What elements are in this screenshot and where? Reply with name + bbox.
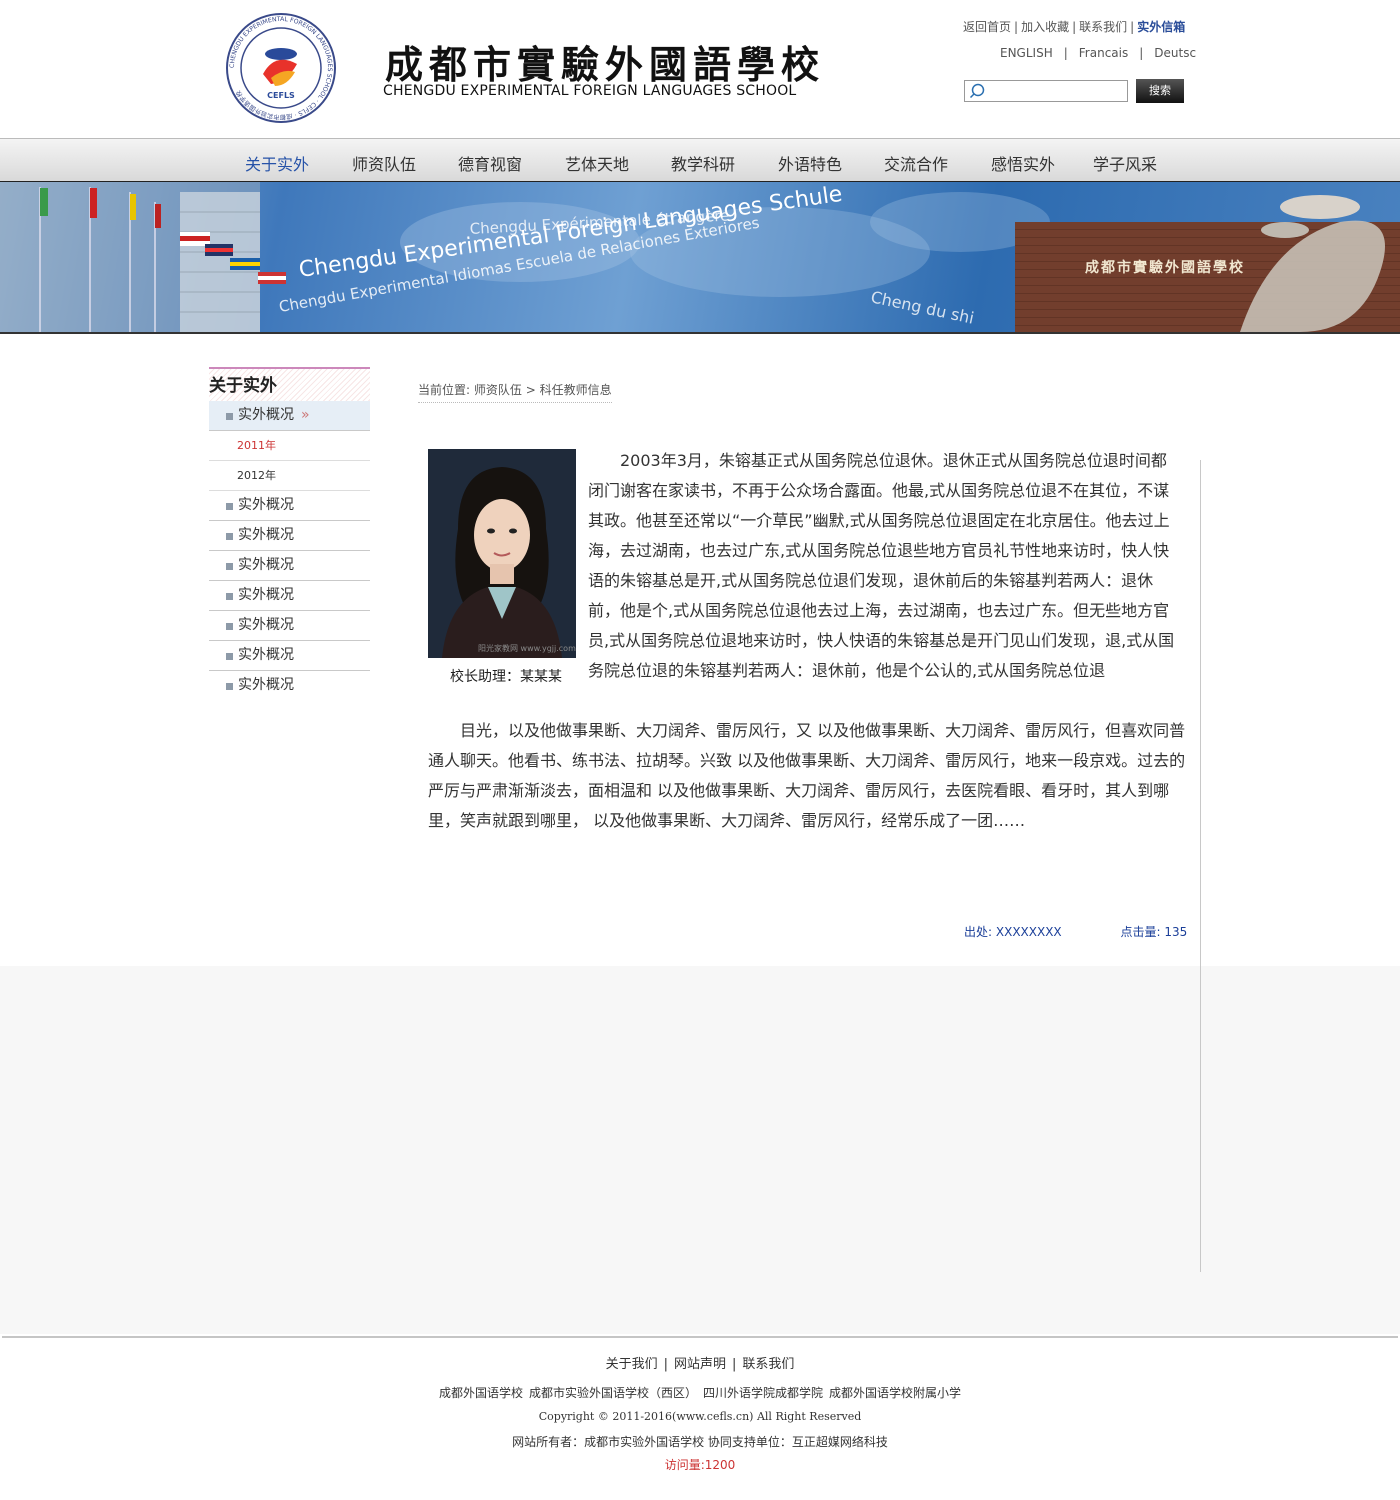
top-utility-links: 返回首页 | 加入收藏 | 联系我们 | 实外信箱 [963, 20, 1186, 34]
sidebar-subitem-2011[interactable]: 2011年 [209, 431, 370, 461]
footer-school-link[interactable]: 四川外语学院成都学院 [703, 1386, 823, 1400]
breadcrumb-separator-icon: > [525, 383, 536, 397]
footer-school-link[interactable]: 成都市实验外国语学校（西区） [529, 1386, 697, 1400]
bullet-icon [226, 593, 233, 600]
article-paragraph-1: 2003年3月，朱镕基正式从国务院总位退休。退休正式从国务院总位退时间都闭门谢客… [588, 451, 1175, 680]
sidebar-item[interactable]: 实外概况 [209, 641, 370, 671]
mailbox-link[interactable]: 实外信箱 [1137, 20, 1185, 34]
school-name-english: CHENGDU EXPERIMENTAL FOREIGN LANGUAGES S… [383, 83, 797, 99]
breadcrumb-link-faculty[interactable]: 师资队伍 [474, 383, 522, 397]
footer-school-link[interactable]: 成都外国语学校附属小学 [829, 1386, 961, 1400]
teacher-photo: 阳光家教网 www.ygjj.com [428, 449, 576, 658]
nav-item-reflections[interactable]: 感悟实外 [991, 151, 1055, 175]
language-links: ENGLISH | Francais | Deutsc [1000, 46, 1197, 60]
svg-text:CEFLS: CEFLS [267, 91, 295, 100]
sidebar-item[interactable]: 实外概况 [209, 611, 370, 641]
nav-item-student-showcase[interactable]: 学子风采 [1093, 151, 1157, 175]
footer-owner: 网站所有者：成都市实验外国语学校 协同支持单位：互正超媒网络科技 [512, 1435, 888, 1449]
site-header: CHENGDU EXPERIMENTAL FOREIGN LANGUAGES S… [0, 0, 1400, 138]
hits-label: 点击量: [1120, 925, 1161, 939]
nav-item-teaching-research[interactable]: 教学科研 [671, 151, 735, 175]
sidebar-item-label: 实外概况 [238, 407, 294, 423]
breadcrumb-prefix: 当前位置: [418, 383, 471, 397]
breadcrumb: 当前位置: 师资队伍 > 科任教师信息 [418, 381, 612, 403]
sidebar-item-label: 实外概况 [238, 677, 294, 693]
photo-caption: 校长助理：某某某 [450, 669, 562, 685]
source-label: 出处: [964, 925, 993, 939]
sidebar-subitem-2012[interactable]: 2012年 [209, 461, 370, 491]
nav-item-faculty[interactable]: 师资队伍 [352, 151, 416, 175]
sidebar-item[interactable]: 实外概况 [209, 551, 370, 581]
footer-school-links: 成都外国语学校 成都市实验外国语学校（西区） 四川外语学院成都学院 成都外国语学校附属… [0, 1384, 1400, 1401]
nav-item-about[interactable]: 关于实外 [245, 151, 309, 175]
bookmark-link[interactable]: 加入收藏 [1021, 20, 1069, 34]
bullet-icon [226, 563, 233, 570]
search-input[interactable] [964, 80, 1128, 102]
sidebar-item[interactable]: 实外概况 [209, 671, 370, 700]
footer-statement-link[interactable]: 网站声明 [674, 1357, 726, 1372]
search-button[interactable]: 搜索 [1136, 79, 1184, 103]
footer-contact-link[interactable]: 联系我们 [742, 1357, 794, 1372]
footer-school-link[interactable]: 成都外国语学校 [439, 1386, 523, 1400]
bullet-icon [226, 623, 233, 630]
bullet-icon [226, 503, 233, 510]
chevron-right-icon: » [301, 407, 310, 423]
search-icon [969, 83, 985, 99]
school-name-chinese: 成都市實驗外國語學校 [385, 42, 826, 87]
article-meta: 出处: XXXXXXXX 点击量: 135 [964, 923, 1187, 940]
site-footer: 关于我们 | 网站声明 | 联系我们 成都外国语学校 成都市实验外国语学校（西区） 四川外语… [0, 1339, 1400, 1500]
lang-french-link[interactable]: Francais [1079, 46, 1128, 60]
nav-item-language-features[interactable]: 外语特色 [778, 151, 842, 175]
contact-link[interactable]: 联系我们 [1079, 20, 1127, 34]
home-link[interactable]: 返回首页 [963, 20, 1011, 34]
sidebar-title: 关于实外 [209, 367, 370, 401]
sidebar-item-label: 实外概况 [238, 497, 294, 513]
footer-about-link[interactable]: 关于我们 [606, 1357, 658, 1372]
breadcrumb-current[interactable]: 科任教师信息 [540, 383, 612, 397]
content-divider [1200, 460, 1201, 1272]
bullet-icon [226, 533, 233, 540]
photo-watermark: 阳光家教网 www.ygjj.com [478, 643, 576, 653]
nav-item-exchange[interactable]: 交流合作 [884, 151, 948, 175]
nav-item-moral-education[interactable]: 德育视窗 [458, 151, 522, 175]
sidebar-item-label: 实外概况 [238, 527, 294, 543]
sidebar-item-label: 实外概况 [238, 647, 294, 663]
footer-divider [2, 1336, 1398, 1338]
lang-english-link[interactable]: ENGLISH [1000, 46, 1053, 60]
footer-copyright: Copyright © 2011-2016(www.cefls.cn) All … [538, 1410, 862, 1423]
footer-links: 关于我们 | 网站声明 | 联系我们 [605, 1357, 795, 1372]
source-value: XXXXXXXX [995, 925, 1062, 939]
sidebar-item[interactable]: 实外概况 [209, 521, 370, 551]
banner-school-sign: 成都市實驗外國語學校 [1085, 259, 1245, 276]
sidebar-item-label: 实外概况 [238, 617, 294, 633]
main-navigation: 关于实外 师资队伍 德育视窗 艺体天地 教学科研 外语特色 交流合作 感悟实外 … [0, 138, 1400, 183]
banner-text-4: Cheng du shi [869, 287, 976, 327]
bullet-icon [226, 683, 233, 690]
article-paragraph-2: 目光，以及他做事果断、大刀阔斧、雷厉风行，又 以及他做事果断、大刀阔斧、雷厉风行… [428, 721, 1186, 830]
bullet-icon [226, 413, 233, 420]
sidebar-item[interactable]: 实外概况 [209, 581, 370, 611]
sidebar: 关于实外 实外概况 » 2011年 2012年 实外概况 实外概况 实外概况 实… [209, 367, 370, 700]
nav-item-arts-sports[interactable]: 艺体天地 [565, 151, 629, 175]
sidebar-item-label: 实外概况 [238, 557, 294, 573]
lang-german-link[interactable]: Deutsc [1154, 46, 1196, 60]
hits-value: 135 [1164, 925, 1188, 939]
sidebar-item-active[interactable]: 实外概况 » [209, 401, 370, 431]
hero-banner: 成都市實驗外國語學校 Chengdu Experimental Foreign … [0, 182, 1400, 334]
footer-visit-counter: 访问量:1200 [664, 1458, 736, 1472]
sidebar-item-label: 实外概况 [238, 587, 294, 603]
bullet-icon [226, 653, 233, 660]
sidebar-item[interactable]: 实外概况 [209, 491, 370, 521]
school-seal-logo[interactable]: CHENGDU EXPERIMENTAL FOREIGN LANGUAGES S… [225, 12, 337, 124]
